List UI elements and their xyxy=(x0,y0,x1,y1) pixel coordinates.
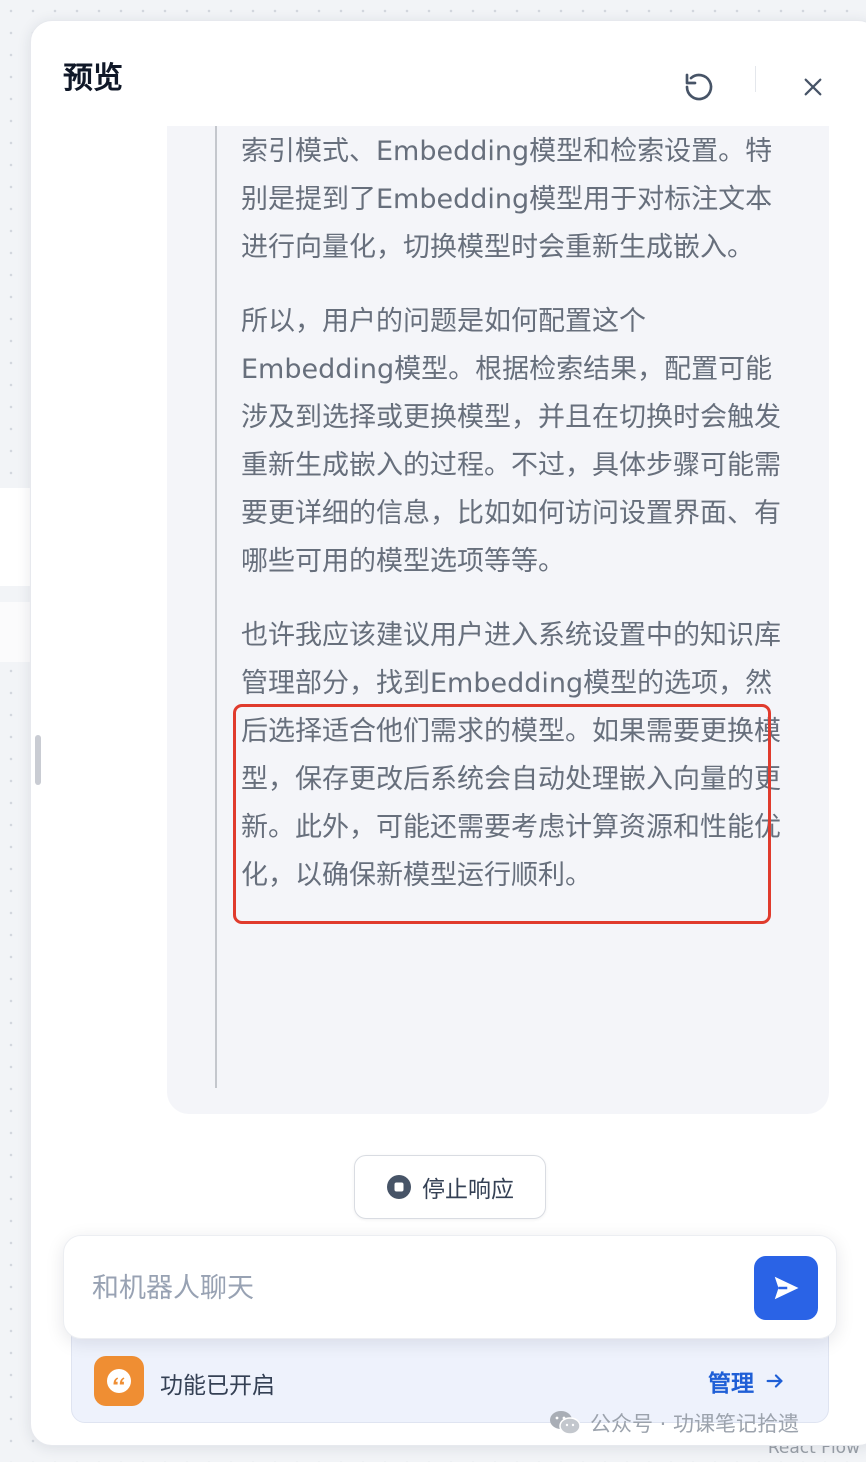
wechat-icon xyxy=(550,1411,581,1435)
message-paragraph: 所以，用户的问题是如何配置这个Embedding模型。根据检索结果，配置可能涉及… xyxy=(241,306,781,577)
watermark: 公众号 · 功课笔记拾遗 xyxy=(548,1408,799,1438)
chat-input[interactable] xyxy=(92,1260,722,1316)
arrow-right-icon xyxy=(766,1374,783,1388)
stop-response-label: 停止响应 xyxy=(422,1177,514,1203)
close-icon xyxy=(804,78,822,96)
message-paragraph: 索引模式、Embedding模型和检索设置。特别是提到了Embedding模型用… xyxy=(241,136,773,263)
red-highlight-box xyxy=(233,704,771,924)
thinking-block: 索引模式、Embedding模型和检索设置。特别是提到了Embedding模型用… xyxy=(215,126,835,1088)
manage-link[interactable]: 管理 xyxy=(708,1364,786,1398)
chat-input-card xyxy=(63,1235,837,1339)
assistant-message-bubble: 索引模式、Embedding模型和检索设置。特别是提到了Embedding模型用… xyxy=(167,126,829,1114)
refresh-icon xyxy=(685,73,713,101)
refresh-button[interactable] xyxy=(673,61,725,113)
send-icon xyxy=(774,1276,799,1300)
feature-status-text: 功能已开启 xyxy=(160,1373,275,1399)
manage-label: 管理 xyxy=(708,1371,754,1397)
quote-icon xyxy=(94,1356,144,1406)
panel-title: 预览 xyxy=(63,61,123,96)
preview-panel: 预览 索引模式、Embedding模型和检索设置。特别是提到了Embedding… xyxy=(30,20,866,1446)
header-divider xyxy=(755,66,756,92)
close-button[interactable] xyxy=(787,61,839,113)
chat-scroll-area[interactable]: 索引模式、Embedding模型和检索设置。特别是提到了Embedding模型用… xyxy=(31,126,851,1126)
send-button[interactable] xyxy=(754,1256,818,1320)
stop-circle-icon xyxy=(387,1175,411,1199)
watermark-text: 公众号 · 功课笔记拾遗 xyxy=(590,1412,800,1436)
stop-response-button[interactable]: 停止响应 xyxy=(354,1155,546,1219)
